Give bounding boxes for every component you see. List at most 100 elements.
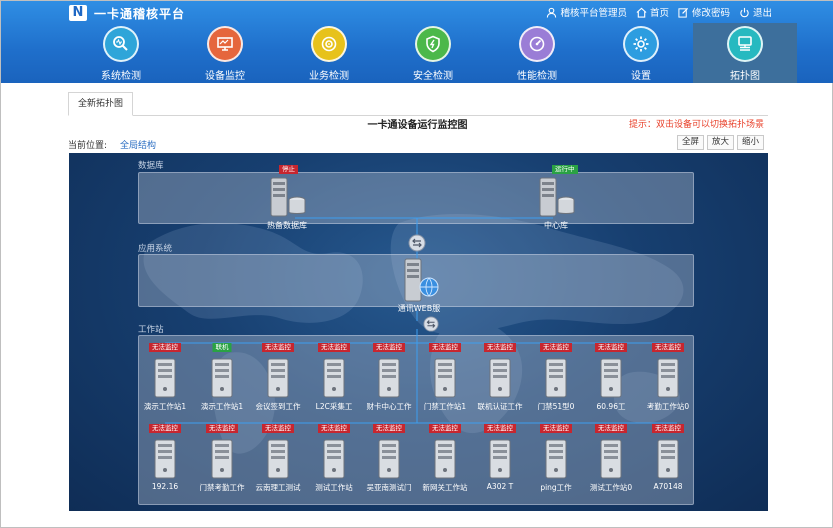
workstation-server-icon xyxy=(599,439,623,483)
hint-text: 提示：双击设备可以切换拓扑场景 xyxy=(628,120,764,130)
workstation-server-icon xyxy=(599,358,623,402)
system-check-icon xyxy=(103,26,139,62)
logout-label: 退出 xyxy=(752,8,772,19)
status-badge: 无法监控 xyxy=(484,424,516,433)
app-node-web-server[interactable]: 通讯WEB服 xyxy=(384,257,454,314)
workstation-node[interactable]: 无法监控 L2C采集工 xyxy=(306,341,362,419)
nav-performance-check[interactable]: 性能检测 xyxy=(485,23,589,83)
workstation-server-icon xyxy=(377,439,401,483)
workstation-node[interactable]: 联机 演示工作站1 xyxy=(194,341,250,419)
zoom-controls: 全屏 放大 缩小 xyxy=(676,135,764,150)
user-icon xyxy=(547,7,557,18)
status-badge: 无法监控 xyxy=(595,424,627,433)
device-monitor-icon xyxy=(207,26,243,62)
home-icon xyxy=(636,7,647,18)
workstation-node[interactable]: 无法监控 测试工作站 xyxy=(306,422,362,500)
db-node-hot-standby[interactable]: 停止 热备数据库 xyxy=(247,163,327,231)
nav-topology[interactable]: 拓扑图 xyxy=(693,23,797,83)
workstation-node[interactable]: 无法监控 A302 T xyxy=(472,422,528,500)
app-window: N 一卡通稽核平台 稽核平台管理员 首页 修改密码 退出 系统检测 设备监控 业… xyxy=(0,0,833,528)
node-label: 云南理工测试 xyxy=(255,483,301,492)
node-label: A302 T xyxy=(486,482,514,491)
node-label: 门禁工作站1 xyxy=(423,402,467,411)
gear-icon xyxy=(623,26,659,62)
zoom-in-button[interactable]: 放大 xyxy=(706,135,734,150)
workstation-node[interactable]: 无法监控 吴亚南测试门 xyxy=(361,422,417,500)
location-link[interactable]: 全局结构 xyxy=(120,138,156,151)
status-badge: 无法监控 xyxy=(262,343,294,352)
workstation-server-icon xyxy=(266,439,290,483)
workstation-server-icon xyxy=(377,358,401,402)
status-badge: 无法监控 xyxy=(540,343,572,352)
workstation-server-icon xyxy=(433,439,457,483)
node-label: ping工作 xyxy=(540,483,572,492)
workstation-node[interactable]: 无法监控财卡中心工作 xyxy=(361,341,417,419)
status-badge: 无法监控 xyxy=(262,424,294,433)
workstation-node[interactable]: 无法监控 演示工作站1 xyxy=(137,341,193,419)
workstation-node[interactable]: 无法监控 ping工作 xyxy=(528,422,584,500)
workstation-node[interactable]: 无法监控 门禁考勤工作 xyxy=(194,422,250,500)
workstation-server-icon xyxy=(488,439,512,483)
node-label: 新网关工作站 xyxy=(422,483,468,492)
node-label: 测试工作站 xyxy=(315,483,353,492)
db-node-central[interactable]: 运行中 中心库 xyxy=(516,163,596,231)
logout-link[interactable]: 退出 xyxy=(739,5,772,19)
status-badge: 无法监控 xyxy=(429,343,461,352)
performance-icon xyxy=(519,26,555,62)
node-label: L2C采集工 xyxy=(315,402,353,411)
workstation-server-icon xyxy=(656,358,680,402)
home-label: 首页 xyxy=(649,8,669,19)
status-badge: 无法监控 xyxy=(373,343,405,352)
status-badge: 无法监控 xyxy=(429,424,461,433)
home-link[interactable]: 首页 xyxy=(636,5,669,19)
nav-business-check[interactable]: 业务检测 xyxy=(277,23,381,83)
business-check-icon xyxy=(311,26,347,62)
workstation-node[interactable]: 无法监控 192.16 xyxy=(137,422,193,500)
user-link[interactable]: 稽核平台管理员 xyxy=(546,5,627,19)
status-badge: 无法监控 xyxy=(318,424,350,433)
workstation-node[interactable]: 无法监控 联机认证工作 xyxy=(472,341,528,419)
database-server-icon xyxy=(539,177,575,217)
nav-settings[interactable]: 设置 xyxy=(589,23,693,83)
workstation-server-icon xyxy=(322,439,346,483)
nav-label: 安全检测 xyxy=(413,71,453,82)
switch-hub-icon[interactable] xyxy=(423,316,439,332)
workstation-node[interactable]: 无法监控云南理工测试 xyxy=(250,422,306,500)
workstation-server-icon xyxy=(322,358,346,402)
zoom-out-button[interactable]: 缩小 xyxy=(736,135,764,150)
node-label: 财卡中心工作 xyxy=(366,402,412,411)
node-label: 测试工作站0 xyxy=(589,483,633,492)
nav-system-check[interactable]: 系统检测 xyxy=(69,23,173,83)
workstation-node[interactable]: 无法监控门禁工作站1 xyxy=(417,341,473,419)
nav-security-check[interactable]: 安全检测 xyxy=(381,23,485,83)
node-label: 联机认证工作 xyxy=(477,402,523,411)
nav-device-monitor[interactable]: 设备监控 xyxy=(173,23,277,83)
power-icon xyxy=(740,7,749,17)
database-server-icon xyxy=(270,177,306,217)
status-badge: 联机 xyxy=(212,343,232,352)
node-label: 会议签到工作 xyxy=(255,402,301,411)
status-badge: 无法监控 xyxy=(318,343,350,352)
workstation-server-icon xyxy=(210,358,234,402)
fullscreen-button[interactable]: 全屏 xyxy=(676,135,704,150)
logo: N xyxy=(69,5,87,21)
node-label: 192.16 xyxy=(151,482,179,491)
status-badge: 停止 xyxy=(279,165,298,174)
tab-topology[interactable]: 全新拓扑图 xyxy=(68,92,134,116)
workstation-node[interactable]: 无法监控 门禁51型0 xyxy=(528,341,584,419)
switch-hub-icon[interactable] xyxy=(408,234,426,252)
topology-canvas[interactable]: 数据库 应用系统 工作站 停止 热备数据库 运行中 中心库 通讯WEB服 无法监… xyxy=(69,153,768,511)
status-badge: 无法监控 xyxy=(206,424,238,433)
status-badge: 无法监控 xyxy=(540,424,572,433)
workstation-node[interactable]: 无法监控测试工作站0 xyxy=(583,422,639,500)
node-label: 热备数据库 xyxy=(267,221,307,230)
header: N 一卡通稽核平台 稽核平台管理员 首页 修改密码 退出 系统检测 设备监控 业… xyxy=(1,1,833,83)
workstation-node[interactable]: 无法监控 A70148 xyxy=(640,422,696,500)
workstation-node[interactable]: 无法监控新网关工作站 xyxy=(417,422,473,500)
change-password-link[interactable]: 修改密码 xyxy=(678,5,730,19)
workstation-node[interactable]: 无法监控 考勤工作站0 xyxy=(640,341,696,419)
workstation-node[interactable]: 无法监控会议签到工作 xyxy=(250,341,306,419)
workstation-node[interactable]: 无法监控 60.96工 xyxy=(583,341,639,419)
nav-label: 拓扑图 xyxy=(730,71,760,82)
status-badge: 无法监控 xyxy=(149,343,181,352)
